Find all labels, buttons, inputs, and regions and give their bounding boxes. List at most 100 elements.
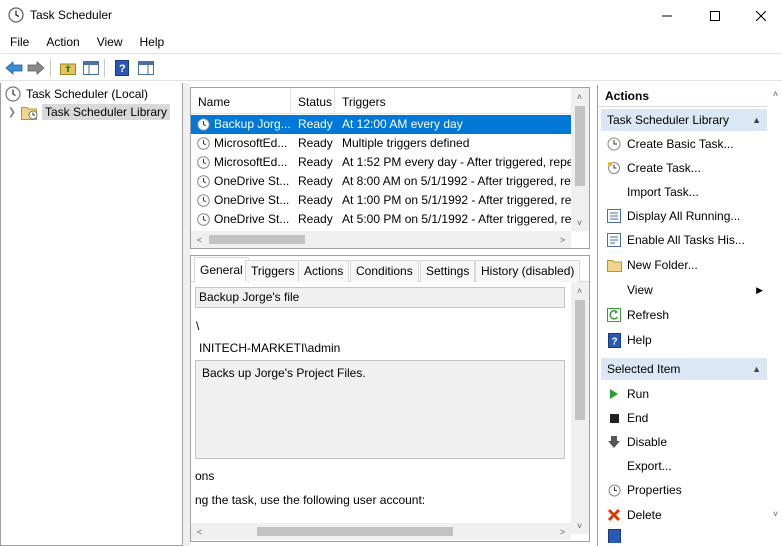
action-refresh[interactable]: Refresh — [601, 304, 767, 326]
help-toolbar-button[interactable]: ? — [112, 58, 132, 78]
task-row[interactable]: OneDrive St... Ready At 8:00 AM on 5/1/1… — [191, 172, 571, 191]
details-horizontal-scrollbar[interactable]: ˂ ˃ — [191, 523, 571, 540]
task-scheduler-clock-icon — [8, 7, 24, 23]
close-button[interactable] — [738, 0, 782, 31]
task-name: OneDrive St... — [214, 212, 290, 226]
console-tree: Task Scheduler (Local) ❯ Task Scheduler … — [0, 83, 183, 546]
column-header-name[interactable]: Name — [191, 88, 291, 114]
scroll-thumb[interactable] — [257, 527, 453, 536]
task-name: OneDrive St... — [214, 193, 290, 207]
task-row[interactable]: Backup Jorg... Ready At 12:00 AM every d… — [191, 115, 571, 134]
console-tree-icon — [83, 61, 99, 75]
actions-vertical-scrollbar[interactable]: ˄ ˅ — [767, 85, 782, 546]
action-label: Disable — [627, 435, 668, 449]
scroll-down-icon[interactable]: ˅ — [767, 505, 782, 522]
column-header-triggers[interactable]: Triggers — [335, 88, 571, 114]
task-description-field[interactable]: Backs up Jorge's Project Files. — [195, 360, 565, 459]
action-enable-history[interactable]: Enable All Tasks His... — [601, 229, 767, 251]
details-vertical-scrollbar[interactable]: ˄ ˅ — [571, 282, 589, 534]
forward-button[interactable] — [26, 58, 46, 78]
tree-item-library[interactable]: ❯ Task Scheduler Library — [5, 103, 171, 121]
menu-action[interactable]: Action — [36, 35, 86, 49]
task-name-field[interactable]: Backup Jorge's file — [195, 287, 565, 308]
action-run[interactable]: Run — [601, 383, 767, 405]
action-help-partial[interactable] — [601, 529, 767, 543]
delete-icon — [607, 508, 621, 522]
scroll-right-icon[interactable]: ˃ — [554, 231, 571, 248]
task-details-pane: General Triggers Actions Conditions Sett… — [190, 255, 590, 542]
scroll-left-icon[interactable]: ˂ — [191, 523, 208, 540]
tab-triggers[interactable]: Triggers — [245, 260, 301, 282]
task-status: Ready — [298, 117, 333, 131]
scroll-down-icon[interactable]: ˅ — [571, 214, 588, 231]
action-disable[interactable]: Disable — [601, 431, 767, 453]
back-button[interactable] — [4, 58, 24, 78]
action-label: End — [627, 411, 649, 425]
submenu-arrow-icon: ▶ — [756, 284, 763, 295]
menu-view[interactable]: View — [87, 35, 130, 49]
task-status: Ready — [298, 174, 333, 188]
action-import-task[interactable]: Import Task... — [601, 181, 767, 203]
maximize-button[interactable] — [692, 0, 738, 31]
task-author-value: INITECH-MARKETI\admin — [199, 341, 341, 355]
action-label: New Folder... — [627, 258, 698, 272]
actions-pane: Actions Task Scheduler Library ▲ Create … — [597, 85, 782, 546]
collapse-triangle-icon: ▲ — [752, 115, 761, 125]
action-help[interactable]: ? Help — [601, 329, 767, 351]
display-running-icon — [607, 209, 621, 223]
action-properties[interactable]: Properties — [601, 479, 767, 501]
scroll-down-icon[interactable]: ˅ — [571, 517, 588, 534]
pane-splitter[interactable] — [183, 83, 190, 546]
menu-file[interactable]: File — [0, 35, 36, 49]
action-end[interactable]: End — [601, 407, 767, 429]
up-folder-button[interactable] — [58, 58, 78, 78]
show-hide-tree-button[interactable] — [81, 58, 101, 78]
task-trigger: At 12:00 AM every day — [342, 117, 463, 131]
tab-history[interactable]: History (disabled) — [475, 260, 581, 282]
task-row[interactable]: MicrosoftEd... Ready Multiple triggers d… — [191, 134, 571, 153]
action-export[interactable]: Export... — [601, 455, 767, 477]
action-label: Export... — [627, 459, 672, 473]
show-hide-action-pane-button[interactable] — [136, 58, 156, 78]
scroll-up-icon[interactable]: ˄ — [767, 85, 782, 102]
task-clock-icon — [197, 137, 210, 150]
scroll-thumb[interactable] — [209, 235, 305, 244]
minimize-button[interactable] — [644, 0, 690, 31]
column-header-status[interactable]: Status — [291, 88, 335, 114]
action-create-task[interactable]: Create Task... — [601, 157, 767, 179]
task-status: Ready — [298, 193, 333, 207]
action-label: Help — [627, 333, 652, 347]
action-label: Create Basic Task... — [627, 137, 734, 151]
scroll-thumb[interactable] — [575, 106, 585, 186]
tab-general[interactable]: General — [194, 257, 249, 283]
action-delete[interactable]: Delete — [601, 504, 767, 526]
folder-clock-icon — [21, 106, 38, 120]
tab-actions[interactable]: Actions — [298, 260, 350, 282]
task-row[interactable]: OneDrive St... Ready At 1:00 PM on 5/1/1… — [191, 191, 571, 210]
action-display-running[interactable]: Display All Running... — [601, 205, 767, 227]
task-trigger: At 1:52 PM every day - After triggered, … — [342, 155, 571, 169]
task-list-horizontal-scrollbar[interactable]: ˂ ˃ — [191, 231, 571, 248]
task-row[interactable]: MicrosoftEd... Ready At 1:52 PM every da… — [191, 153, 571, 172]
task-list-vertical-scrollbar[interactable]: ˄ ˅ — [571, 88, 589, 231]
action-group-selected-item[interactable]: Selected Item ▲ — [601, 358, 767, 380]
action-group-label: Task Scheduler Library — [607, 113, 730, 127]
tab-conditions[interactable]: Conditions — [350, 260, 419, 282]
action-view[interactable]: View ▶ — [601, 279, 767, 301]
chevron-right-icon[interactable]: ❯ — [5, 107, 19, 118]
scroll-right-icon[interactable]: ˃ — [554, 523, 571, 540]
scroll-left-icon[interactable]: ˂ — [191, 231, 208, 248]
tree-item-local[interactable]: Task Scheduler (Local) — [5, 85, 148, 103]
action-group-library[interactable]: Task Scheduler Library ▲ — [601, 109, 767, 131]
task-row[interactable]: OneDrive St... Ready At 5:00 PM on 5/1/1… — [191, 210, 571, 229]
scroll-thumb[interactable] — [575, 300, 585, 420]
tab-settings[interactable]: Settings — [420, 260, 476, 282]
menu-help[interactable]: Help — [130, 35, 172, 49]
task-clock-icon — [197, 194, 210, 207]
action-create-basic-task[interactable]: Create Basic Task... — [601, 133, 767, 155]
task-clock-icon — [197, 175, 210, 188]
scroll-up-icon[interactable]: ˄ — [571, 88, 588, 105]
scroll-up-icon[interactable]: ˄ — [571, 282, 588, 299]
svg-text:?: ? — [611, 336, 617, 347]
action-new-folder[interactable]: New Folder... — [601, 254, 767, 276]
